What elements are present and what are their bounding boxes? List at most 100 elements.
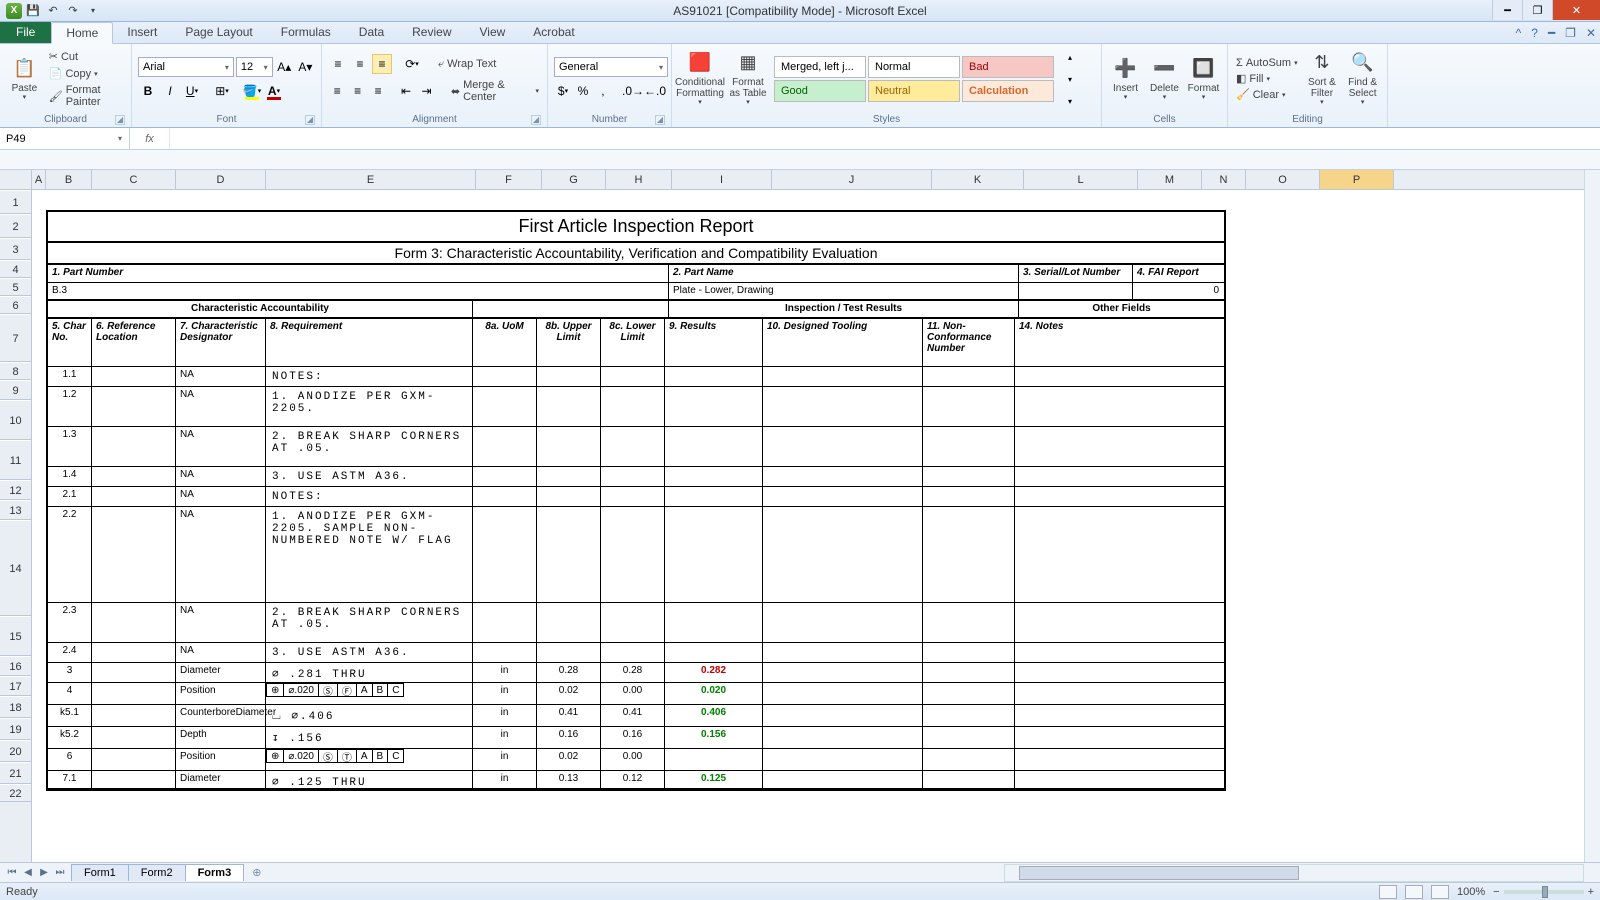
style-calculation[interactable]: Calculation	[962, 80, 1054, 102]
table-row[interactable]: 2.4 NA 3. USE ASTM A36.	[48, 643, 1224, 663]
format-cells-button[interactable]: 🔲Format▾	[1186, 46, 1221, 112]
column-header-B[interactable]: B	[46, 170, 92, 189]
find-select-button[interactable]: 🔍Find & Select▾	[1344, 46, 1381, 112]
style-normal[interactable]: Normal	[868, 56, 960, 78]
column-header-L[interactable]: L	[1024, 170, 1138, 189]
column-header-J[interactable]: J	[772, 170, 932, 189]
doc-minimize-icon[interactable]: ━	[1548, 26, 1555, 40]
paste-button[interactable]: 📋Paste▾	[6, 46, 43, 112]
table-row[interactable]: 2.3 NA 2. BREAK SHARP CORNERS AT .05.	[48, 603, 1224, 643]
zoom-slider[interactable]	[1504, 890, 1584, 894]
font-color-button[interactable]: A▾	[264, 81, 284, 101]
font-dialog-icon[interactable]: ◢	[305, 115, 315, 125]
tab-last-icon[interactable]: ⏭	[52, 867, 68, 878]
row-header-18[interactable]: 18	[0, 696, 31, 718]
autosum-button[interactable]: Σ AutoSum ▾	[1234, 56, 1300, 70]
row-header-20[interactable]: 20	[0, 740, 31, 762]
column-header-I[interactable]: I	[672, 170, 772, 189]
fill-button[interactable]: ◧ Fill ▾	[1234, 71, 1300, 86]
table-row[interactable]: 3 Diameter ⌀ .281 THRU in 0.28 0.28 0.28…	[48, 663, 1224, 683]
table-row[interactable]: 6 Position ⊕⌀.020ⓈⓉABC in 0.02 0.00	[48, 749, 1224, 771]
doc-restore-icon[interactable]: ❐	[1565, 26, 1576, 40]
table-row[interactable]: k5.1 CounterboreDiameter ⌴ ⌀.406 in 0.41…	[48, 705, 1224, 727]
align-top-icon[interactable]: ≡	[328, 54, 348, 74]
row-header-5[interactable]: 5	[0, 278, 31, 296]
zoom-level[interactable]: 100%	[1457, 886, 1485, 898]
underline-button[interactable]: U▾	[182, 81, 202, 101]
style-merged[interactable]: Merged, left j...	[774, 56, 866, 78]
sheet-tab-form3[interactable]: Form3	[185, 864, 245, 881]
tab-page-layout[interactable]: Page Layout	[171, 21, 266, 43]
minimize-button[interactable]: ━	[1492, 0, 1522, 20]
align-bottom-icon[interactable]: ≡	[372, 54, 392, 74]
column-header-E[interactable]: E	[266, 170, 476, 189]
doc-close-icon[interactable]: ✕	[1586, 26, 1596, 40]
tab-first-icon[interactable]: ⏮	[4, 867, 20, 878]
tab-prev-icon[interactable]: ◀	[20, 867, 36, 878]
number-dialog-icon[interactable]: ◢	[655, 115, 665, 125]
clear-button[interactable]: 🧹 Clear ▾	[1234, 87, 1300, 102]
redo-icon[interactable]: ↷	[64, 4, 82, 17]
comma-icon[interactable]: ,	[594, 81, 612, 101]
styles-more-icon[interactable]: ▾	[1060, 91, 1080, 111]
increase-decimal-icon[interactable]: .0→	[623, 81, 643, 101]
page-layout-view-icon[interactable]	[1405, 885, 1423, 899]
styles-up-icon[interactable]: ▴	[1060, 47, 1080, 67]
column-header-D[interactable]: D	[176, 170, 266, 189]
sheet-tab-form2[interactable]: Form2	[128, 864, 186, 881]
wrap-text-button[interactable]: ⤶ Wrap Text	[436, 57, 498, 72]
cut-button[interactable]: ✂ Cut	[47, 49, 125, 64]
italic-button[interactable]: I	[160, 81, 180, 101]
bold-button[interactable]: B	[138, 81, 158, 101]
tab-insert[interactable]: Insert	[113, 21, 171, 43]
sort-filter-button[interactable]: ⇅Sort & Filter▾	[1304, 46, 1341, 112]
formula-input[interactable]	[170, 128, 1600, 149]
table-row[interactable]: k5.2 Depth ↧ .156 in 0.16 0.16 0.156	[48, 727, 1224, 749]
column-header-C[interactable]: C	[92, 170, 176, 189]
column-header-P[interactable]: P	[1320, 170, 1394, 189]
align-center-icon[interactable]: ≡	[348, 81, 366, 101]
tab-view[interactable]: View	[466, 21, 520, 43]
orientation-icon[interactable]: ⟳▾	[402, 54, 422, 74]
column-header-G[interactable]: G	[542, 170, 606, 189]
row-header-9[interactable]: 9	[0, 380, 31, 400]
row-header-3[interactable]: 3	[0, 238, 31, 260]
fill-color-button[interactable]: 🪣▾	[242, 81, 262, 101]
row-header-2[interactable]: 2	[0, 214, 31, 238]
align-right-icon[interactable]: ≡	[369, 81, 387, 101]
row-header-14[interactable]: 14	[0, 520, 31, 616]
minimize-ribbon-icon[interactable]: ^	[1516, 26, 1522, 40]
insert-cells-button[interactable]: ➕Insert▾	[1108, 46, 1143, 112]
increase-indent-icon[interactable]: ⇥	[417, 81, 435, 101]
align-left-icon[interactable]: ≡	[328, 81, 346, 101]
qat-dropdown-icon[interactable]: ▾	[84, 6, 102, 15]
table-row[interactable]: 4 Position ⊕⌀.020ⓈⒻABC in 0.02 0.00 0.02…	[48, 683, 1224, 705]
align-middle-icon[interactable]: ≡	[350, 54, 370, 74]
row-header-10[interactable]: 10	[0, 400, 31, 440]
row-header-7[interactable]: 7	[0, 314, 31, 362]
row-header-4[interactable]: 4	[0, 260, 31, 278]
row-header-8[interactable]: 8	[0, 362, 31, 380]
sheet-tab-form1[interactable]: Form1	[71, 864, 129, 881]
decrease-indent-icon[interactable]: ⇤	[397, 81, 415, 101]
column-header-N[interactable]: N	[1202, 170, 1246, 189]
style-bad[interactable]: Bad	[962, 56, 1054, 78]
new-sheet-icon[interactable]: ⊕	[252, 866, 261, 879]
vertical-scrollbar[interactable]	[1584, 170, 1600, 862]
tab-review[interactable]: Review	[398, 21, 465, 43]
fx-icon[interactable]: fx	[130, 128, 170, 149]
percent-icon[interactable]: %	[574, 81, 592, 101]
table-row[interactable]: 1.3 NA 2. BREAK SHARP CORNERS AT .05.	[48, 427, 1224, 467]
row-header-12[interactable]: 12	[0, 480, 31, 500]
row-header-13[interactable]: 13	[0, 500, 31, 520]
font-name-select[interactable]: Arial▾	[138, 57, 234, 77]
decrease-decimal-icon[interactable]: ←.0	[645, 81, 665, 101]
column-header-H[interactable]: H	[606, 170, 672, 189]
format-as-table-button[interactable]: ▦Format as Table▾	[726, 46, 770, 112]
table-row[interactable]: 2.2 NA 1. ANODIZE PER GXM-2205. SAMPLE N…	[48, 507, 1224, 603]
styles-down-icon[interactable]: ▾	[1060, 69, 1080, 89]
font-size-select[interactable]: 12▾	[236, 57, 273, 77]
tab-data[interactable]: Data	[345, 21, 398, 43]
style-good[interactable]: Good	[774, 80, 866, 102]
help-icon[interactable]: ?	[1531, 26, 1538, 40]
